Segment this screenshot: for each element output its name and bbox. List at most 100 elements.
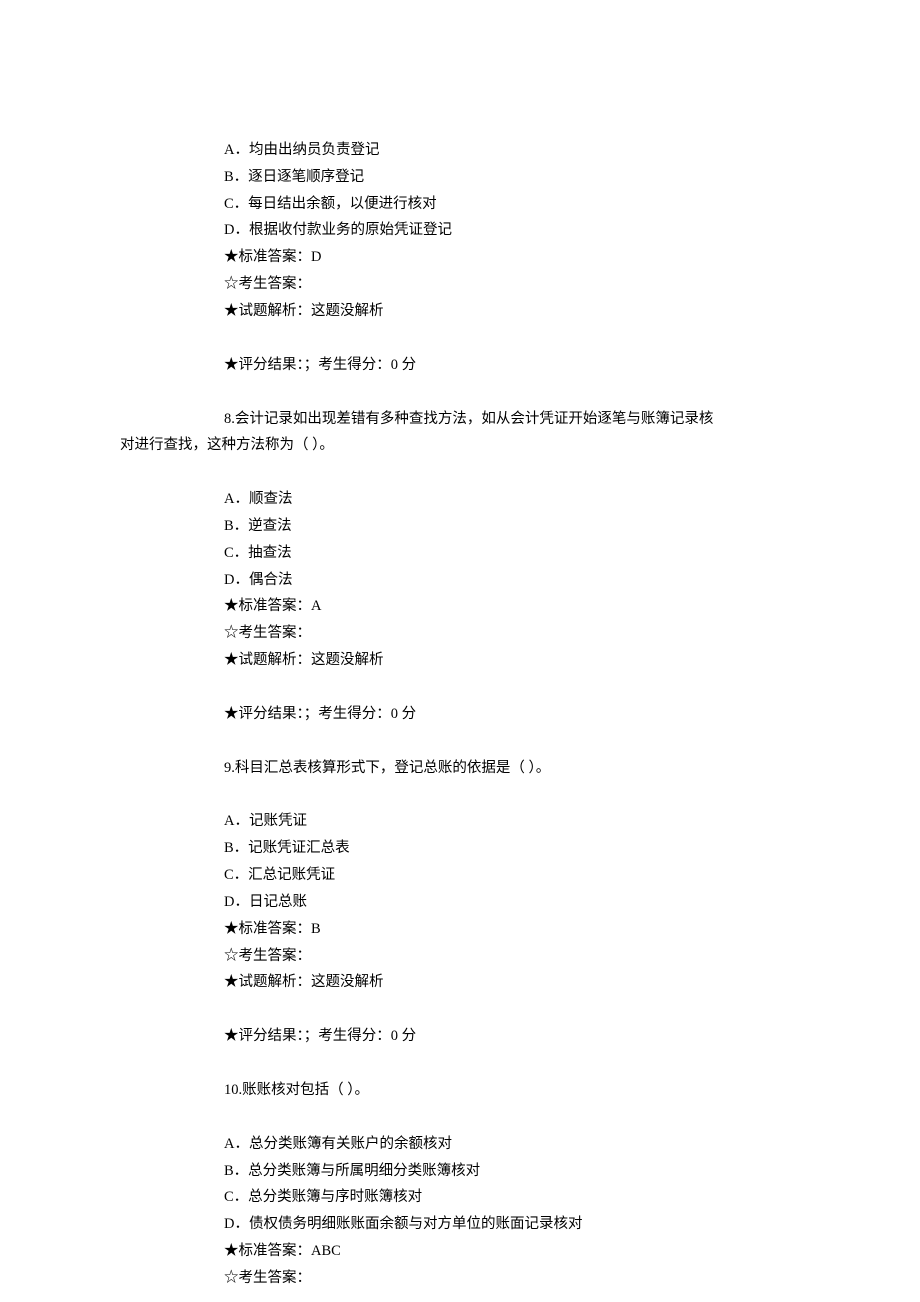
value: B — [311, 921, 321, 937]
label: ☆考生答案： — [224, 276, 311, 292]
option-a: A．均由出纳员负责登记 — [224, 137, 820, 164]
option-label: A． — [224, 1136, 249, 1152]
label: ★标准答案： — [224, 921, 311, 937]
question-8-score: ★评分结果：；考生得分：0 分 — [120, 701, 820, 728]
explanation: ★试题解析：这题没解析 — [224, 298, 820, 325]
label: ★评分结果： — [224, 357, 304, 373]
option-label: D． — [224, 1216, 249, 1232]
option-text: 每日结出余额，以便进行核对 — [248, 196, 437, 212]
option-text: 总分类账簿与序时账簿核对 — [248, 1189, 422, 1205]
value: 这题没解析 — [311, 303, 384, 319]
option-label: A． — [224, 491, 249, 507]
score-result: ★评分结果：；考生得分：0 分 — [224, 352, 820, 379]
option-label: D． — [224, 222, 249, 238]
stem-text: 会计记录如出现差错有多种查找方法，如从会计凭证开始逐笔与账簿记录核 — [235, 411, 714, 427]
option-c: C．每日结出余额，以便进行核对 — [224, 191, 820, 218]
question-7-score: ★评分结果：；考生得分：0 分 — [120, 352, 820, 379]
value: ；考生得分：0 分 — [304, 706, 416, 722]
question-stem-line1: 8.会计记录如出现差错有多种查找方法，如从会计凭证开始逐笔与账簿记录核 — [120, 406, 820, 433]
option-c: C．抽查法 — [224, 540, 820, 567]
question-8-stem: 8.会计记录如出现差错有多种查找方法，如从会计凭证开始逐笔与账簿记录核 对进行查… — [120, 406, 820, 460]
candidate-answer: ☆考生答案： — [224, 1265, 820, 1292]
question-10-meta: ★标准答案：ABC ☆考生答案： — [120, 1238, 820, 1292]
question-10-options: A．总分类账簿有关账户的余额核对 B．总分类账簿与所属明细分类账簿核对 C．总分… — [120, 1131, 820, 1238]
label: ★试题解析： — [224, 974, 311, 990]
label: ★标准答案： — [224, 1243, 311, 1259]
option-text: 记账凭证汇总表 — [248, 840, 350, 856]
option-d: D．根据收付款业务的原始凭证登记 — [224, 217, 820, 244]
stem-text: 对进行查找，这种方法称为（ ）。 — [120, 437, 334, 453]
option-label: C． — [224, 196, 248, 212]
label: ★评分结果： — [224, 1028, 304, 1044]
question-8-meta: ★标准答案：A ☆考生答案： ★试题解析：这题没解析 — [120, 593, 820, 673]
question-10-stem: 10.账账核对包括（ ）。 — [120, 1077, 820, 1104]
option-c: C．总分类账簿与序时账簿核对 — [224, 1184, 820, 1211]
candidate-answer: ☆考生答案： — [224, 943, 820, 970]
option-text: 日记总账 — [249, 894, 307, 910]
option-text: 抽查法 — [248, 545, 292, 561]
option-a: A．记账凭证 — [224, 808, 820, 835]
option-text: 顺查法 — [249, 491, 293, 507]
option-text: 逆查法 — [248, 518, 292, 534]
option-d: D．债权债务明细账账面余额与对方单位的账面记录核对 — [224, 1211, 820, 1238]
candidate-answer: ☆考生答案： — [224, 620, 820, 647]
explanation: ★试题解析：这题没解析 — [224, 969, 820, 996]
value: ；考生得分：0 分 — [304, 357, 416, 373]
stem-text: 账账核对包括（ ）。 — [242, 1082, 369, 1098]
value: 这题没解析 — [311, 974, 384, 990]
option-a: A．顺查法 — [224, 486, 820, 513]
option-label: C． — [224, 1189, 248, 1205]
option-b: B．逆查法 — [224, 513, 820, 540]
question-9-options: A．记账凭证 B．记账凭证汇总表 C．汇总记账凭证 D．日记总账 — [120, 808, 820, 915]
score-result: ★评分结果：；考生得分：0 分 — [224, 701, 820, 728]
option-label: D． — [224, 894, 249, 910]
option-text: 均由出纳员负责登记 — [249, 142, 380, 158]
option-label: C． — [224, 867, 248, 883]
option-label: B． — [224, 1163, 248, 1179]
question-number: 10. — [224, 1082, 242, 1098]
label: ★评分结果： — [224, 706, 304, 722]
option-label: B． — [224, 518, 248, 534]
option-c: C．汇总记账凭证 — [224, 862, 820, 889]
option-label: C． — [224, 545, 248, 561]
candidate-answer: ☆考生答案： — [224, 271, 820, 298]
value: 这题没解析 — [311, 652, 384, 668]
label: ★标准答案： — [224, 598, 311, 614]
option-b: B．总分类账簿与所属明细分类账簿核对 — [224, 1158, 820, 1185]
label: ★试题解析： — [224, 303, 311, 319]
option-text: 汇总记账凭证 — [248, 867, 335, 883]
option-d: D．日记总账 — [224, 889, 820, 916]
label: ☆考生答案： — [224, 1270, 311, 1286]
option-label: B． — [224, 840, 248, 856]
value: ；考生得分：0 分 — [304, 1028, 416, 1044]
question-number: 9. — [224, 760, 235, 776]
option-b: B．记账凭证汇总表 — [224, 835, 820, 862]
option-a: A．总分类账簿有关账户的余额核对 — [224, 1131, 820, 1158]
value: ABC — [311, 1243, 341, 1259]
option-text: 总分类账簿与所属明细分类账簿核对 — [248, 1163, 480, 1179]
standard-answer: ★标准答案：B — [224, 916, 820, 943]
label: ☆考生答案： — [224, 948, 311, 964]
value: D — [311, 249, 321, 265]
question-8-options: A．顺查法 B．逆查法 C．抽查法 D．偶合法 — [120, 486, 820, 593]
option-label: D． — [224, 572, 249, 588]
option-text: 记账凭证 — [249, 813, 307, 829]
option-label: A． — [224, 813, 249, 829]
question-9-meta: ★标准答案：B ☆考生答案： ★试题解析：这题没解析 — [120, 916, 820, 996]
option-d: D．偶合法 — [224, 567, 820, 594]
score-result: ★评分结果：；考生得分：0 分 — [224, 1023, 820, 1050]
question-9-stem: 9.科目汇总表核算形式下，登记总账的依据是（ ）。 — [120, 755, 820, 782]
question-7-options: A．均由出纳员负责登记 B．逐日逐笔顺序登记 C．每日结出余额，以便进行核对 D… — [120, 137, 820, 244]
standard-answer: ★标准答案：A — [224, 593, 820, 620]
option-text: 总分类账簿有关账户的余额核对 — [249, 1136, 452, 1152]
question-number: 8. — [224, 411, 235, 427]
option-text: 偶合法 — [249, 572, 293, 588]
question-stem-line2: 对进行查找，这种方法称为（ ）。 — [120, 432, 820, 459]
option-text: 根据收付款业务的原始凭证登记 — [249, 222, 452, 238]
option-label: B． — [224, 169, 248, 185]
label: ☆考生答案： — [224, 625, 311, 641]
option-text: 债权债务明细账账面余额与对方单位的账面记录核对 — [249, 1216, 583, 1232]
question-9-score: ★评分结果：；考生得分：0 分 — [120, 1023, 820, 1050]
standard-answer: ★标准答案：D — [224, 244, 820, 271]
explanation: ★试题解析：这题没解析 — [224, 647, 820, 674]
